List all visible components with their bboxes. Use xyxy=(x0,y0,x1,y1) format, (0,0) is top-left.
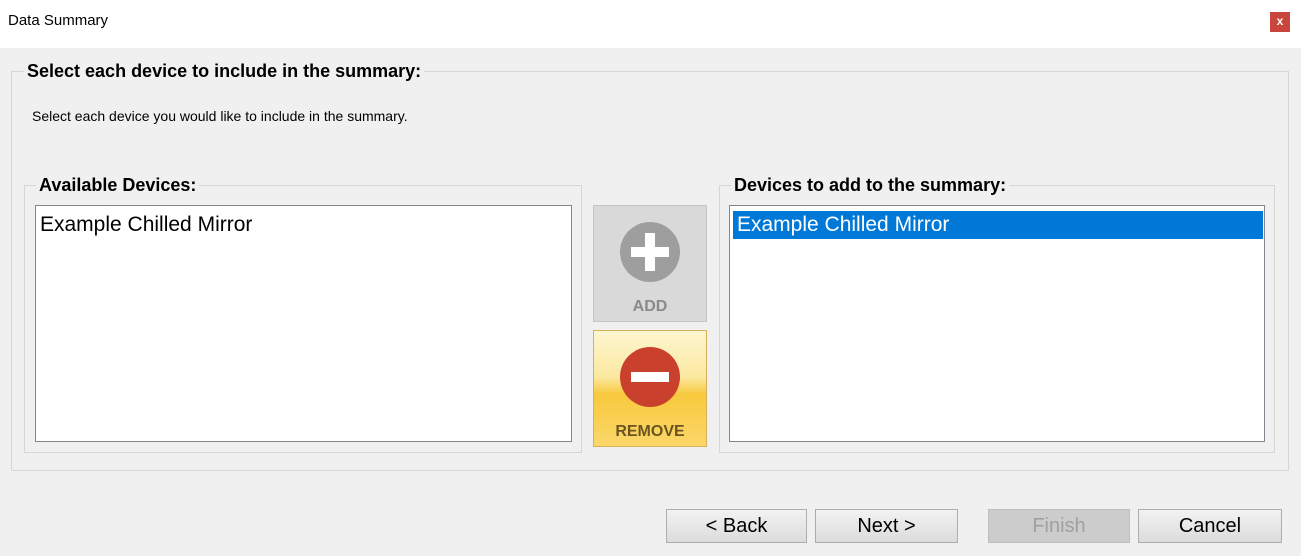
cancel-button[interactable]: Cancel xyxy=(1138,509,1282,543)
devices-to-add-list[interactable]: Example Chilled Mirror xyxy=(729,205,1265,442)
add-button[interactable]: ADD xyxy=(593,205,707,322)
back-button[interactable]: < Back xyxy=(666,509,807,543)
list-item-label: Example Chilled Mirror xyxy=(40,213,253,236)
next-button[interactable]: Next > xyxy=(815,509,958,543)
remove-button-label: REMOVE xyxy=(615,423,685,440)
list-item[interactable]: Example Chilled Mirror xyxy=(36,211,571,239)
finish-button[interactable]: Finish xyxy=(988,509,1130,543)
title-bar: Data Summary x xyxy=(0,0,1301,48)
available-devices-list[interactable]: Example Chilled Mirror xyxy=(35,205,572,442)
minus-circle-icon xyxy=(620,347,680,407)
plus-circle-icon xyxy=(620,222,680,282)
list-item-selected[interactable]: Example Chilled Mirror xyxy=(733,211,1263,239)
available-devices-legend: Available Devices: xyxy=(36,175,200,196)
close-icon: x xyxy=(1276,14,1284,28)
add-button-label: ADD xyxy=(632,298,668,315)
instruction-text: Select each device you would like to inc… xyxy=(32,108,408,124)
remove-button[interactable]: REMOVE xyxy=(593,330,707,447)
main-group-legend: Select each device to include in the sum… xyxy=(24,61,425,82)
devices-to-add-legend: Devices to add to the summary: xyxy=(731,175,1010,196)
window-title: Data Summary xyxy=(8,12,109,29)
close-button[interactable]: x xyxy=(1270,12,1290,32)
list-item-label: Example Chilled Mirror xyxy=(737,213,950,236)
